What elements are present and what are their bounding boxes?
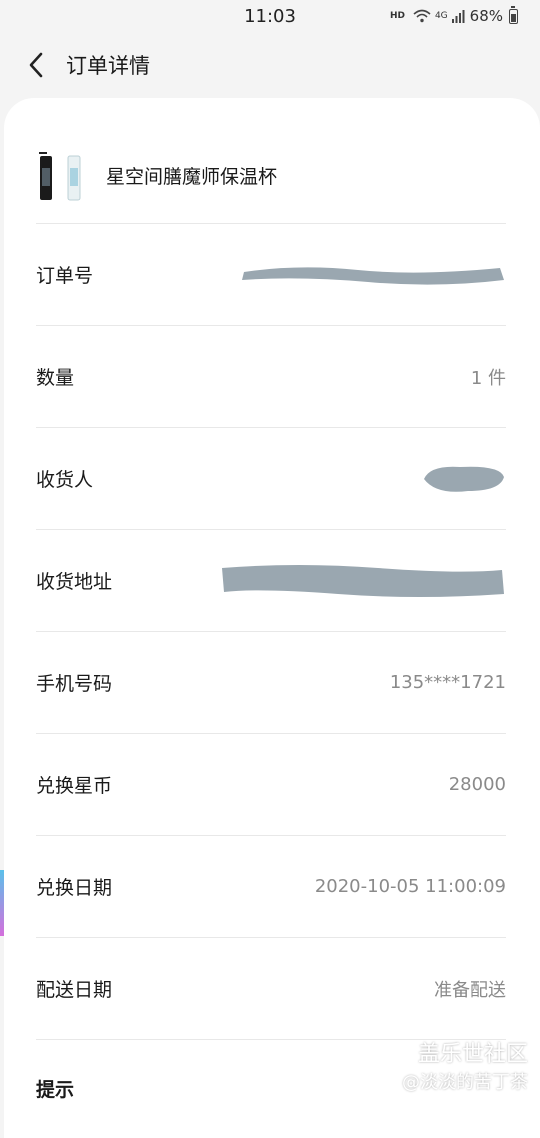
redeem-date-row: 兑换日期 2020-10-05 11:00:09 <box>36 836 506 938</box>
redacted-recipient <box>420 461 506 497</box>
product-row[interactable]: 星空间膳魔师保温杯 <box>36 128 506 224</box>
battery-icon <box>509 9 518 24</box>
order-detail-card: 星空间膳魔师保温杯 订单号 数量 1 件 收货人 收货地址 手机号码 13 <box>4 98 540 1138</box>
product-thumbnail <box>36 148 92 204</box>
detail-list: 订单号 数量 1 件 收货人 收货地址 手机号码 135****1721 兑换 <box>36 224 506 1136</box>
page-title: 订单详情 <box>66 50 150 80</box>
edge-panel-handle[interactable] <box>0 870 4 936</box>
app-bar: 订单详情 <box>0 34 540 96</box>
address-row: 收货地址 <box>36 530 506 632</box>
signal-icon <box>452 9 466 23</box>
redacted-order-number <box>238 258 506 292</box>
row-label: 订单号 <box>36 261 93 288</box>
network-type: 4G <box>435 11 448 21</box>
row-label: 配送日期 <box>36 975 112 1002</box>
row-label: 兑换日期 <box>36 873 112 900</box>
watermark-author: @淡淡的苦丁茶 <box>402 1070 528 1096</box>
row-label: 兑换星币 <box>36 771 112 798</box>
status-icons: HD 4G 68% <box>390 7 518 25</box>
chevron-left-icon <box>27 52 45 78</box>
row-label: 收货人 <box>36 465 93 492</box>
order-number-row: 订单号 <box>36 224 506 326</box>
redacted-address <box>218 560 506 602</box>
row-label: 收货地址 <box>36 567 112 594</box>
watermark: 盖乐世社区 @淡淡的苦丁茶 <box>402 1040 528 1096</box>
product-name: 星空间膳魔师保温杯 <box>106 162 277 189</box>
hd-voice-indicator: HD <box>390 11 405 21</box>
delivery-status-value: 准备配送 <box>434 976 506 1002</box>
quantity-value: 1 件 <box>471 364 506 390</box>
recipient-row: 收货人 <box>36 428 506 530</box>
watermark-title: 盖乐世社区 <box>402 1040 528 1070</box>
delivery-date-row: 配送日期 准备配送 <box>36 938 506 1040</box>
row-label: 数量 <box>36 363 74 390</box>
stars-row: 兑换星币 28000 <box>36 734 506 836</box>
quantity-row: 数量 1 件 <box>36 326 506 428</box>
stars-value: 28000 <box>449 774 506 795</box>
row-label: 手机号码 <box>36 669 112 696</box>
phone-row: 手机号码 135****1721 <box>36 632 506 734</box>
status-bar: 11:03 HD 4G 68% <box>0 0 540 34</box>
back-button[interactable] <box>14 43 58 87</box>
wifi-icon <box>413 9 431 23</box>
battery-percent: 68% <box>470 7 503 25</box>
phone-value: 135****1721 <box>390 672 506 693</box>
redeem-date-value: 2020-10-05 11:00:09 <box>315 876 506 897</box>
